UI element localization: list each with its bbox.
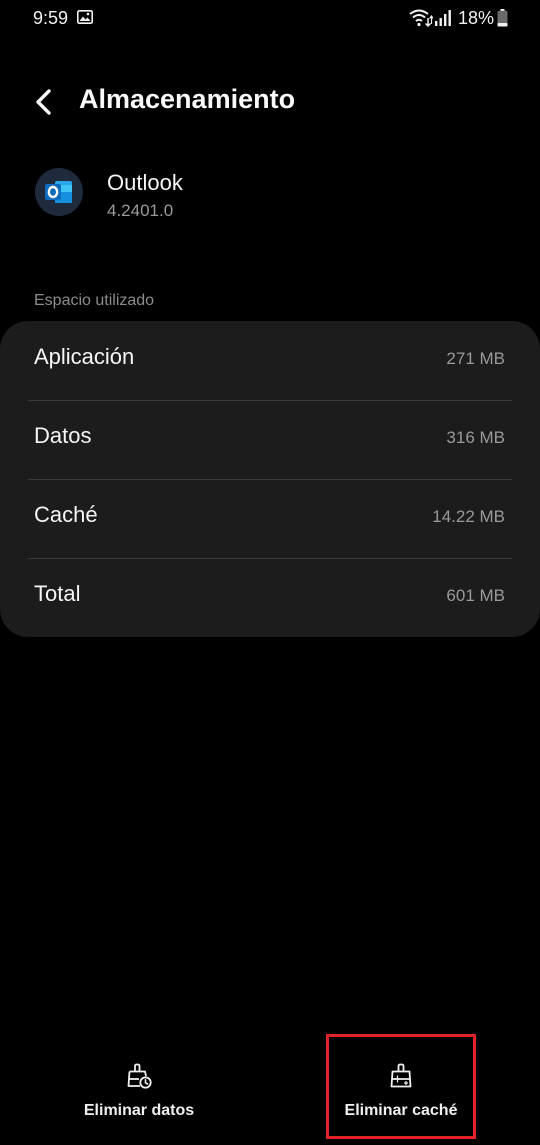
- signal-icon: [435, 10, 451, 26]
- app-name: Outlook: [107, 170, 183, 195]
- outlook-app-icon: [35, 168, 83, 216]
- battery-percent: 18%: [458, 8, 495, 28]
- section-label: Espacio utilizado: [34, 292, 155, 309]
- storage-card: Aplicación 271 MB Datos 316 MB Caché 14.…: [0, 321, 540, 637]
- storage-row-data: Datos 316 MB: [0, 400, 540, 479]
- row-label: Aplicación: [34, 344, 135, 369]
- row-value: 14.22 MB: [432, 507, 505, 526]
- storage-row-total: Total 601 MB: [0, 558, 540, 637]
- clear-data-label: Eliminar datos: [83, 1102, 195, 1119]
- clear-data-button[interactable]: Eliminar datos: [64, 1040, 214, 1136]
- row-label: Datos: [34, 423, 92, 448]
- chevron-left-icon: [36, 89, 51, 115]
- clear-cache-button[interactable]: Eliminar caché: [326, 1040, 476, 1136]
- wifi-icon: [409, 9, 433, 28]
- bottom-actions: Eliminar datos Eliminar caché: [0, 1040, 540, 1145]
- battery-icon: [497, 9, 508, 27]
- row-label: Caché: [34, 502, 98, 527]
- status-time: 9:59: [33, 8, 69, 28]
- clear-data-icon: [127, 1063, 152, 1089]
- clear-cache-label: Eliminar caché: [344, 1102, 458, 1119]
- row-label: Total: [34, 581, 81, 606]
- header: Almacenamiento: [0, 80, 540, 124]
- row-value: 316 MB: [446, 428, 505, 447]
- app-version: 4.2401.0: [107, 201, 174, 220]
- row-value: 601 MB: [446, 586, 505, 605]
- back-button[interactable]: [28, 82, 62, 122]
- row-value: 271 MB: [446, 349, 505, 368]
- storage-row-cache: Caché 14.22 MB: [0, 479, 540, 558]
- page-title: Almacenamiento: [79, 84, 296, 114]
- storage-row-application: Aplicación 271 MB: [0, 321, 540, 400]
- status-bar: 9:59 18%: [0, 0, 540, 36]
- gallery-icon: [77, 10, 93, 24]
- clear-cache-icon: [390, 1063, 412, 1088]
